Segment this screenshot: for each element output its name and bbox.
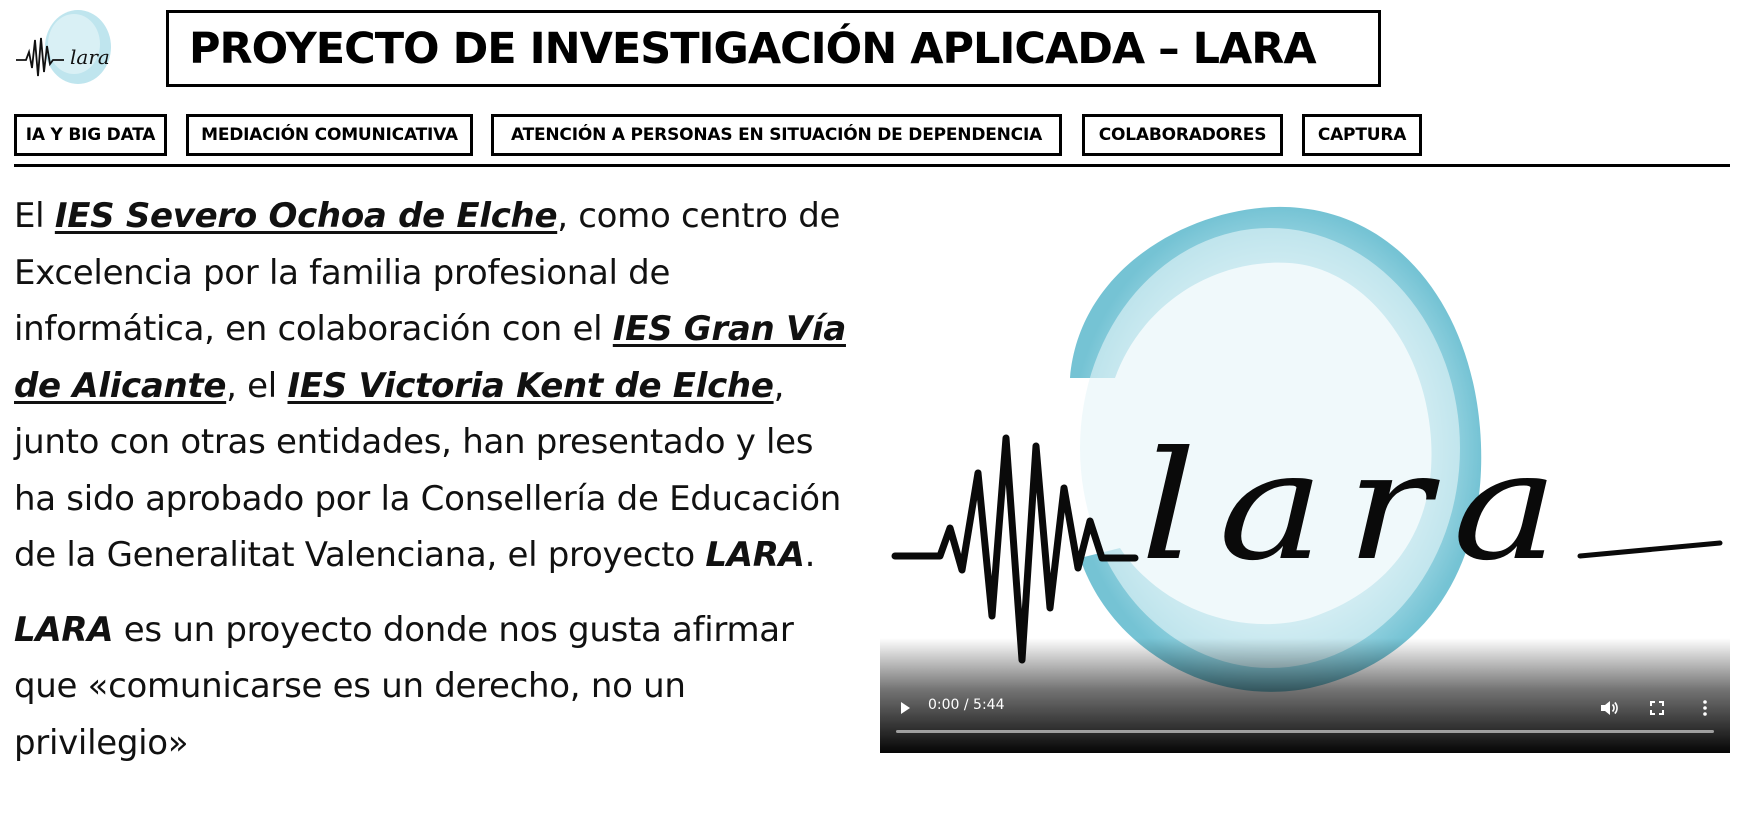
link-ies-victoria-kent[interactable]: IES Victoria Kent de Elche xyxy=(287,366,773,406)
emphasis-lara: LARA xyxy=(14,609,114,650)
more-options-icon[interactable] xyxy=(1694,697,1716,719)
play-icon[interactable] xyxy=(894,697,916,719)
paragraph-motto: LARA es un proyecto donde nos gusta afir… xyxy=(14,602,864,772)
nav-ia-big-data[interactable]: IA Y BIG DATA xyxy=(14,114,167,156)
text-fragment: El xyxy=(14,196,55,236)
poster-lara-text: lara xyxy=(1140,420,1580,594)
video-time: 0:00 / 5:44 xyxy=(928,697,1005,713)
text-fragment: es un proyecto donde nos gusta afirmar q… xyxy=(14,609,794,763)
nav-atencion-dependencia[interactable]: ATENCIÓN A PERSONAS EN SITUACIÓN DE DEPE… xyxy=(491,114,1062,156)
nav-mediacion-comunicativa[interactable]: MEDIACIÓN COMUNICATIVA xyxy=(186,114,473,156)
text-fragment: . xyxy=(804,535,816,575)
link-ies-severo-ochoa[interactable]: IES Severo Ochoa de Elche xyxy=(55,196,558,236)
paragraph-intro: El IES Severo Ochoa de Elche, como centr… xyxy=(14,188,864,584)
nav-captura[interactable]: CAPTURA xyxy=(1302,114,1422,156)
article-text: El IES Severo Ochoa de Elche, como centr… xyxy=(14,188,864,789)
fullscreen-icon[interactable] xyxy=(1646,697,1668,719)
page-title: PROYECTO DE INVESTIGACIÓN APLICADA – LAR… xyxy=(189,23,1317,74)
text-fragment: , el xyxy=(226,365,288,406)
page-title-box: PROYECTO DE INVESTIGACIÓN APLICADA – LAR… xyxy=(166,10,1381,87)
nav-divider xyxy=(14,164,1730,167)
emphasis-lara: LARA xyxy=(705,535,805,575)
logo-text: lara xyxy=(70,45,110,69)
site-logo[interactable]: lara xyxy=(14,6,146,92)
video-controls-bar xyxy=(880,638,1730,753)
nav-colaboradores[interactable]: COLABORADORES xyxy=(1082,114,1283,156)
video-player[interactable]: lara 0:00 / 5:44 xyxy=(880,188,1730,753)
volume-icon[interactable] xyxy=(1598,697,1620,719)
video-progress-track[interactable] xyxy=(896,730,1714,733)
